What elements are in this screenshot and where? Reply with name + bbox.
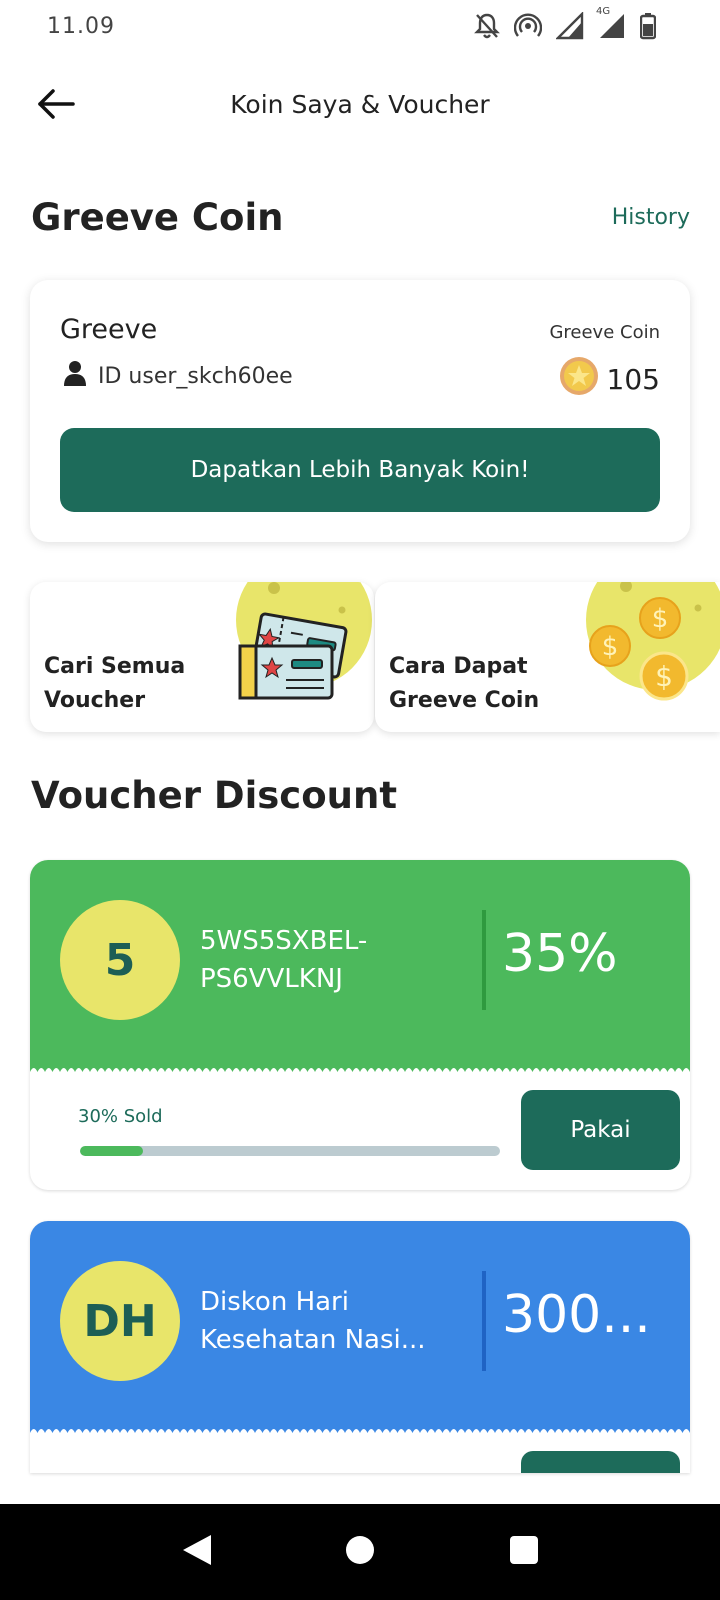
voucher-initials: DH — [60, 1261, 180, 1381]
page-title: Koin Saya & Voucher — [230, 90, 490, 119]
voucher-zigzag-edge — [30, 1068, 690, 1072]
voucher-amount: 35% — [502, 924, 618, 984]
user-id: ID user_skch60ee — [98, 363, 293, 389]
nav-home-button[interactable] — [338, 1530, 382, 1574]
voucher-footer — [30, 1433, 690, 1473]
system-nav-bar — [0, 1504, 720, 1600]
coin-label: Greeve Coin — [549, 322, 660, 343]
recents-square-icon — [509, 1535, 539, 1569]
status-bar: 11.09 4G — [0, 0, 720, 56]
voucher-divider — [482, 910, 486, 1010]
voucher-zigzag-edge — [30, 1429, 690, 1433]
user-id-row: ID user_skch60ee — [64, 360, 293, 392]
coin-card: Greeve ID user_skch60ee Greeve Coin 105 … — [30, 280, 690, 542]
person-icon — [64, 360, 86, 392]
signal-icon — [556, 12, 584, 40]
use-voucher-button[interactable]: Pakai — [521, 1090, 680, 1170]
battery-icon — [640, 12, 656, 40]
tickets-icon — [234, 582, 374, 732]
notifications-off-icon — [474, 12, 500, 40]
home-circle-icon — [345, 1535, 375, 1569]
voucher-initials: 5 — [60, 900, 180, 1020]
voucher-card: DH Diskon Hari Kesehatan Nasi... 300... — [30, 1221, 690, 1473]
app-bar: Koin Saya & Voucher — [0, 70, 720, 142]
promo-label: Cari Semua Voucher — [44, 654, 186, 713]
voucher-header: 5 5WS5SXBEL-PS6VVLKNJ 35% — [30, 860, 690, 1072]
svg-text:$: $ — [655, 660, 673, 693]
use-voucher-button[interactable] — [521, 1451, 680, 1473]
voucher-section-title: Voucher Discount — [31, 774, 398, 817]
voucher-progress-bar — [80, 1146, 500, 1156]
signal-4g-icon: 4G — [596, 6, 626, 40]
svg-text:$: $ — [602, 632, 619, 662]
voucher-amount: 300... — [502, 1285, 651, 1345]
promo-how-to-get-coin[interactable]: Cara Dapat Greeve Coin $ $ $ — [375, 582, 720, 732]
account-name: Greeve — [60, 314, 158, 345]
coin-section-title: Greeve Coin — [31, 196, 284, 239]
voucher-card: 5 5WS5SXBEL-PS6VVLKNJ 35% 30% Sold Pakai — [30, 860, 690, 1190]
voucher-progress-fill — [80, 1146, 143, 1156]
svg-text:$: $ — [652, 604, 669, 634]
voucher-name: Diskon Hari Kesehatan Nasi... — [200, 1287, 426, 1355]
network-label: 4G — [596, 6, 611, 17]
voucher-section-header: Voucher Discount — [31, 774, 690, 817]
history-link[interactable]: History — [612, 205, 690, 230]
voucher-sold-label: 30% Sold — [78, 1106, 163, 1127]
promo-all-vouchers[interactable]: Cari Semua Voucher — [30, 582, 374, 732]
back-triangle-icon — [181, 1533, 213, 1571]
status-icons: 4G — [474, 6, 656, 40]
coin-value: 105 — [606, 363, 660, 396]
coins-icon: $ $ $ — [580, 582, 720, 732]
coin-icon — [559, 356, 599, 403]
coin-section-header: Greeve Coin History — [31, 196, 690, 239]
coin-balance: 105 — [559, 356, 660, 403]
nav-recents-button[interactable] — [502, 1530, 546, 1574]
voucher-footer: 30% Sold Pakai — [30, 1072, 690, 1190]
hotspot-icon — [514, 12, 542, 40]
voucher-header: DH Diskon Hari Kesehatan Nasi... 300... — [30, 1221, 690, 1433]
promo-label: Cara Dapat Greeve Coin — [389, 654, 540, 713]
status-time: 11.09 — [47, 14, 115, 39]
nav-back-button[interactable] — [175, 1530, 219, 1574]
voucher-name: 5WS5SXBEL-PS6VVLKNJ — [200, 926, 368, 994]
get-more-coins-button[interactable]: Dapatkan Lebih Banyak Koin! — [60, 428, 660, 512]
voucher-divider — [482, 1271, 486, 1371]
